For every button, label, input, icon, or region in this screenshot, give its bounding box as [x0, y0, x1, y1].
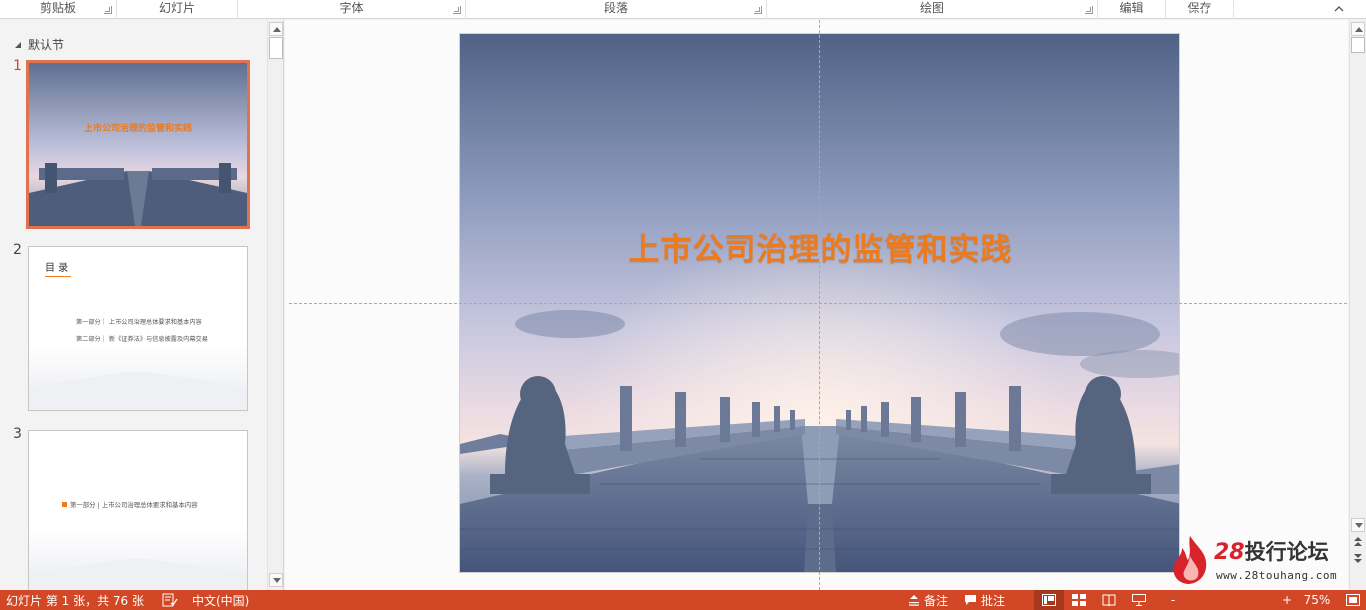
ribbon-group-label: 幻灯片 — [158, 1, 195, 15]
spelling-check-button[interactable] — [156, 590, 186, 610]
ribbon-group-drawing: 绘图 — [767, 0, 1098, 19]
agenda-line: 第一部分｜ 上市公司治理总体要求和基本内容 — [76, 318, 202, 326]
comments-label: 批注 — [981, 593, 1006, 608]
slide-thumbnail-1[interactable]: 上市公司治理的监管和实践 — [26, 60, 250, 229]
ribbon-group-clipboard: 剪贴板 — [0, 0, 117, 19]
section-line: 第一部分 | 上市公司治理总体要求和基本内容 — [70, 500, 198, 509]
bullet-square-icon — [62, 502, 67, 507]
fit-slide-button[interactable] — [1340, 590, 1366, 610]
projector-icon — [1132, 594, 1146, 606]
editor-scrollbar[interactable] — [1349, 20, 1366, 590]
ribbon-group-paragraph: 段落 — [466, 0, 767, 19]
watermark-brand: 28投行论坛 — [1214, 536, 1329, 566]
thumbnail-title: 上市公司治理的监管和实践 — [84, 122, 192, 134]
slide-thumbnail-2[interactable]: 目 录 第一部分｜ 上市公司治理总体要求和基本内容 第二部分｜ 新《证券法》与信… — [28, 246, 248, 411]
dialog-launcher-icon[interactable] — [104, 6, 112, 14]
fit-to-window-icon — [1346, 594, 1360, 606]
scroll-down-button[interactable] — [269, 573, 283, 587]
bridge-background-thumbnail: 上市公司治理的监管和实践 — [29, 63, 247, 226]
dialog-launcher-icon[interactable] — [1085, 6, 1093, 14]
collapse-triangle-icon — [15, 41, 21, 48]
ribbon-group-label: 字体 — [339, 1, 364, 15]
slide-counter[interactable]: 幻灯片 第 1 张，共 76 张 — [0, 590, 156, 610]
notes-label: 备注 — [924, 593, 949, 608]
dialog-launcher-icon[interactable] — [453, 6, 461, 14]
next-slide-button[interactable] — [1351, 551, 1365, 565]
ribbon-group-label: 编辑 — [1119, 1, 1144, 15]
watermark-name: 投行论坛 — [1244, 540, 1329, 564]
ribbon-group-label: 保存 — [1187, 1, 1212, 15]
arrow-up-icon — [1355, 27, 1363, 32]
scroll-thumb[interactable] — [269, 37, 283, 59]
language-text: 中文(中国) — [192, 593, 250, 608]
watermark-url: www.28touhang.com — [1216, 569, 1338, 582]
status-bar: 幻灯片 第 1 张，共 76 张 中文(中国) 备注 批注 - + 75% — [0, 590, 1366, 610]
thumbnail-scrollbar[interactable] — [267, 20, 283, 590]
proofing-icon — [162, 593, 178, 607]
notes-button[interactable]: 备注 — [902, 590, 958, 610]
zoom-slider[interactable] — [1180, 590, 1280, 610]
scroll-up-button[interactable] — [269, 22, 283, 36]
book-icon — [1102, 594, 1116, 606]
slide-title[interactable]: 上市公司治理的监管和实践 — [460, 224, 1179, 269]
arrow-down-icon — [273, 578, 281, 583]
scroll-down-button[interactable] — [1351, 518, 1365, 532]
section-header[interactable]: 默认节 — [14, 36, 64, 53]
agenda-heading: 目 录 — [45, 262, 68, 274]
ribbon-group-label: 剪贴板 — [39, 1, 76, 15]
horizontal-guide[interactable] — [289, 303, 1347, 304]
agenda-thumbnail: 目 录 第一部分｜ 上市公司治理总体要求和基本内容 第二部分｜ 新《证券法》与信… — [29, 247, 247, 410]
normal-view-icon — [1042, 594, 1056, 606]
ribbon-group-label: 绘图 — [919, 1, 944, 15]
slide-counter-text: 幻灯片 第 1 张，共 76 张 — [6, 593, 144, 608]
grid-view-icon — [1072, 594, 1086, 606]
notes-icon — [909, 595, 919, 606]
forum-watermark: 28投行论坛 www.28touhang.com — [1170, 534, 1345, 586]
slide-editing-area[interactable]: 上市公司治理的监管和实践 — [285, 20, 1348, 590]
ribbon-group-labels: 剪贴板 幻灯片 字体 段落 绘图 编辑 保存 — [0, 0, 1366, 19]
zoom-in-button[interactable]: + — [1280, 590, 1294, 610]
ribbon-group-slides: 幻灯片 — [117, 0, 238, 19]
ribbon-group-font: 字体 — [238, 0, 466, 19]
ribbon-group-editing: 编辑 — [1098, 0, 1166, 19]
arrow-down-icon — [1355, 523, 1363, 528]
collapse-ribbon-button[interactable] — [1332, 3, 1346, 15]
slide-thumbnail-3[interactable]: 第一部分 | 上市公司治理总体要求和基本内容 — [28, 430, 248, 595]
zoom-out-label: - — [1170, 593, 1176, 607]
section-thumbnail: 第一部分 | 上市公司治理总体要求和基本内容 — [29, 431, 247, 594]
zoom-in-label: + — [1281, 593, 1293, 607]
comments-button[interactable]: 批注 — [958, 590, 1022, 610]
zoom-level-text: 75% — [1303, 593, 1331, 607]
comment-icon — [965, 595, 976, 605]
language-indicator[interactable]: 中文(中国) — [186, 590, 266, 610]
double-chevron-up-icon — [1354, 537, 1362, 546]
double-chevron-down-icon — [1354, 554, 1362, 563]
slide-sorter-view-button[interactable] — [1064, 590, 1094, 610]
slide-number: 1 — [13, 58, 22, 74]
ribbon-group-label: 段落 — [603, 1, 628, 15]
watermark-number: 28 — [1214, 540, 1245, 565]
dialog-launcher-icon[interactable] — [754, 6, 762, 14]
previous-slide-button[interactable] — [1351, 535, 1365, 549]
section-name: 默认节 — [28, 38, 65, 52]
agenda-line: 第二部分｜ 新《证券法》与信息披露及内幕交易 — [76, 335, 208, 343]
reading-view-button[interactable] — [1094, 590, 1124, 610]
normal-view-button[interactable] — [1034, 590, 1064, 610]
zoom-level[interactable]: 75% — [1294, 590, 1340, 610]
zoom-slider-knob[interactable] — [1214, 4, 1218, 15]
vertical-guide[interactable] — [819, 20, 820, 590]
arrow-up-icon — [273, 27, 281, 32]
scroll-up-button[interactable] — [1351, 22, 1365, 36]
slide-number: 3 — [13, 426, 22, 442]
zoom-center-tick — [1228, 6, 1229, 13]
chevron-up-icon — [1334, 6, 1344, 12]
slide-thumbnail-pane: 默认节 1 上市公司治理的监管和实践 2 目 录 第一部分｜ 上市公司治理总体要… — [0, 20, 284, 595]
slide-number: 2 — [13, 242, 22, 258]
zoom-out-button[interactable]: - — [1166, 590, 1180, 610]
slideshow-view-button[interactable] — [1124, 590, 1154, 610]
scroll-thumb[interactable] — [1351, 37, 1365, 53]
flame-logo-icon — [1173, 536, 1207, 584]
